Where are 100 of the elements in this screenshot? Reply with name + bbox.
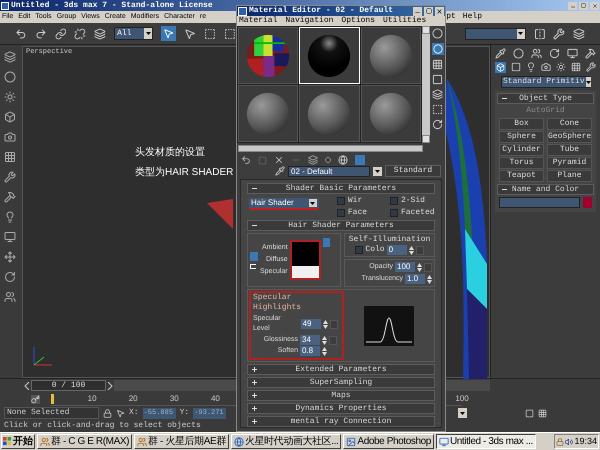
spinner-arrows-icon[interactable] — [417, 262, 422, 272]
lock-icon[interactable] — [103, 408, 112, 418]
redo-icon[interactable] — [34, 28, 47, 40]
shapes-icon[interactable] — [511, 62, 521, 72]
link-icon[interactable] — [54, 28, 66, 40]
menu-item[interactable]: Material — [239, 16, 278, 26]
selection-filter-dropdown[interactable]: All — [114, 27, 154, 40]
primitive-button[interactable]: Torus — [499, 157, 544, 169]
dot-icon[interactable] — [325, 157, 331, 163]
primitive-button[interactable]: Sphere — [499, 131, 544, 143]
primitive-button[interactable]: Cylinder — [499, 144, 544, 156]
primitive-button[interactable]: Box — [499, 118, 544, 130]
select-tool-button[interactable] — [161, 26, 176, 41]
key-mode-dropdown[interactable] — [458, 408, 468, 418]
box-tool-icon[interactable] — [4, 111, 16, 123]
rollout-header[interactable]: Maps — [247, 390, 435, 401]
checkbox[interactable] — [336, 197, 345, 205]
primitive-button[interactable]: GeoSphere — [547, 131, 592, 143]
caret-icon[interactable] — [373, 166, 382, 176]
time-slider-thumb[interactable]: 0 / 100 — [31, 380, 106, 391]
object-color-swatch[interactable] — [583, 197, 592, 208]
checkbox[interactable] — [390, 209, 398, 217]
menu-item[interactable]: Utilities — [383, 16, 426, 26]
material-type-button[interactable]: Standard — [385, 165, 441, 177]
camera-tool-icon[interactable] — [4, 131, 16, 143]
material-name-field[interactable]: 02 - Default — [288, 166, 370, 176]
primitive-button[interactable]: Tube — [547, 144, 592, 156]
start-button[interactable]: 开始 — [1, 434, 35, 449]
key-filter-icon[interactable] — [31, 394, 40, 404]
window-select-icon[interactable] — [224, 28, 236, 40]
object-name-field[interactable] — [499, 197, 580, 208]
rotate-tool-icon[interactable] — [4, 271, 16, 283]
maximize-button[interactable] — [579, 2, 588, 10]
vertical-scrollbar[interactable] — [422, 26, 430, 143]
rollout-header[interactable]: Object Type — [497, 93, 594, 104]
select-by-name-icon[interactable] — [184, 28, 196, 40]
circle-tool-icon[interactable] — [4, 71, 16, 83]
grid-tool-icon[interactable] — [4, 151, 16, 163]
spinner-field[interactable]: 34 — [300, 335, 320, 345]
taskbar-button[interactable]: 群 - C G E R(MAX) — [37, 434, 132, 449]
region-select-icon[interactable] — [204, 28, 216, 40]
taskbar-button[interactable]: Untitled - 3ds max ... — [436, 434, 536, 449]
previous-frame-icon[interactable] — [24, 382, 30, 390]
cameras-icon[interactable] — [541, 62, 551, 72]
spinner-field[interactable]: 1.0 — [405, 274, 425, 284]
menu-item[interactable]: Navigation — [285, 16, 334, 26]
primitive-button[interactable]: Teapot — [499, 170, 544, 182]
checker-icon[interactable] — [432, 59, 443, 70]
primitive-button[interactable]: Plane — [547, 170, 592, 182]
hammer-tool-icon[interactable] — [4, 191, 16, 203]
rotate-icon[interactable] — [432, 119, 443, 130]
bulb-tool-icon[interactable] — [4, 211, 16, 223]
shader-dropdown[interactable]: Hair Shader — [249, 198, 319, 210]
spinner-arrows-icon[interactable] — [322, 336, 327, 344]
rollout-header[interactable]: SuperSampling — [247, 377, 435, 388]
rollout-header[interactable]: Hair Shader Parameters — [247, 220, 435, 231]
frame-icon[interactable] — [432, 104, 443, 115]
taskbar-button[interactable]: Adobe Photoshop — [343, 434, 434, 449]
geometry-button[interactable] — [495, 62, 506, 73]
delete-icon[interactable] — [274, 155, 284, 165]
spinner-field[interactable]: 0.8 — [300, 346, 320, 356]
sphere-icon[interactable] — [432, 28, 443, 39]
menu-item[interactable]: pt — [446, 12, 456, 22]
color-swatch[interactable] — [292, 242, 319, 254]
layer-tool-icon[interactable] — [4, 51, 16, 63]
rollout-header[interactable]: Name and Color — [497, 184, 594, 195]
cursor-icon[interactable] — [116, 408, 125, 418]
spinner-arrows-icon[interactable] — [427, 274, 432, 284]
color-swatch[interactable] — [292, 254, 319, 266]
menu-item[interactable]: Options — [341, 16, 376, 26]
mirror-icon[interactable] — [534, 28, 546, 40]
spinner-field[interactable]: 100 — [395, 262, 415, 272]
rollout-header[interactable]: Extended Parameters — [247, 364, 435, 375]
lock-toggle-button[interactable] — [322, 238, 330, 247]
square-icon[interactable] — [432, 74, 443, 85]
eyedropper-icon[interactable] — [275, 166, 285, 176]
checkbox[interactable] — [355, 246, 364, 254]
unlink-icon[interactable] — [74, 28, 86, 40]
layers-icon[interactable] — [573, 28, 586, 40]
primitive-button[interactable]: Pyramid — [547, 157, 592, 169]
color-swatch[interactable] — [292, 266, 319, 278]
taskbar-button[interactable]: 群 - 火星后期AE群 — [134, 434, 229, 449]
spinner-arrows-icon[interactable] — [322, 320, 328, 328]
globe-icon[interactable] — [338, 155, 348, 165]
utilities-tab-icon[interactable] — [585, 48, 596, 59]
horizontal-scrollbar[interactable] — [238, 145, 423, 152]
minimize-button[interactable] — [413, 6, 422, 16]
menu-item[interactable]: Help — [462, 12, 482, 22]
frame-marker[interactable] — [51, 394, 54, 404]
undo-icon[interactable] — [15, 28, 27, 40]
checkbox[interactable] — [336, 209, 345, 217]
maximize-button[interactable] — [424, 6, 433, 16]
light-tool-icon[interactable] — [4, 91, 16, 103]
checkbox[interactable] — [390, 197, 398, 205]
material-slot[interactable] — [238, 27, 298, 84]
display-tab-icon[interactable] — [567, 48, 578, 59]
spinner-field[interactable]: 49 — [300, 319, 321, 329]
primitive-button[interactable]: Cone — [547, 118, 592, 130]
taskbar-button[interactable]: 火星时代动画大社区... — [230, 434, 342, 449]
move-tool-icon[interactable] — [4, 251, 16, 263]
